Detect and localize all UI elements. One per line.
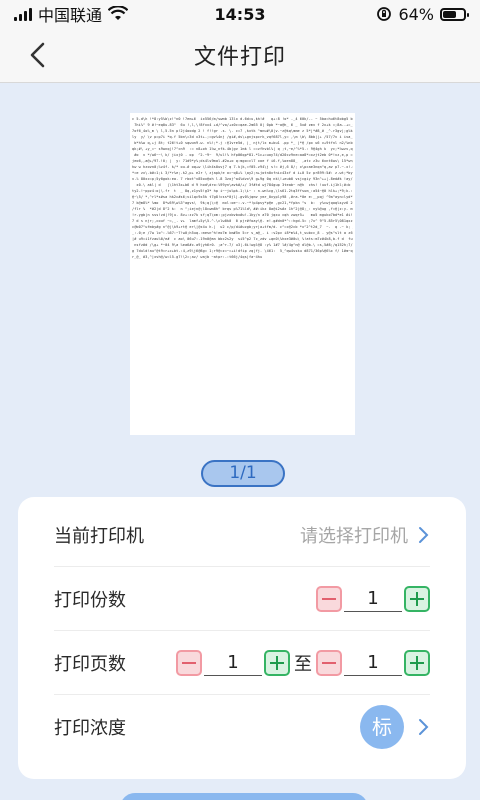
- density-select[interactable]: 标: [360, 705, 430, 749]
- density-badge: 标: [360, 705, 404, 749]
- chevron-right-icon: [419, 526, 429, 543]
- status-left: 中国联通: [14, 2, 194, 26]
- chevron-right-icon: [419, 719, 429, 735]
- copies-input[interactable]: 1: [344, 586, 402, 612]
- pages-row: 打印页数 1 至 1: [54, 631, 430, 695]
- print-button[interactable]: [120, 793, 368, 800]
- back-icon[interactable]: [24, 40, 54, 70]
- status-bar: 中国联通 14:53 64%: [0, 0, 480, 28]
- page-to-decrease-button[interactable]: [316, 649, 342, 676]
- page-to-input[interactable]: 1: [344, 650, 402, 676]
- printer-select[interactable]: 请选择打印机: [300, 522, 430, 548]
- battery-fill: [443, 10, 456, 18]
- rotation-lock-icon: [377, 7, 392, 21]
- page-from-input[interactable]: 1: [204, 650, 262, 676]
- printer-placeholder: 请选择打印机: [300, 525, 408, 547]
- status-time: 14:53: [214, 4, 266, 24]
- copies-row: 打印份数 1: [54, 567, 430, 631]
- copies-stepper: 1: [316, 585, 430, 612]
- printer-label: 当前打印机: [54, 525, 144, 547]
- carrier-label: 中国联通: [38, 6, 103, 25]
- battery-icon: [440, 7, 469, 21]
- page-from-increase-button[interactable]: [264, 649, 290, 676]
- status-right: 64%: [286, 4, 469, 24]
- print-settings-card: 当前打印机 请选择打印机 打印份数 1 打印页数 1 至 1 打印浓度 标: [18, 497, 466, 779]
- document-preview[interactable]: c 5-d\h !*8:y5%b\z!^n0 !7em+6 ix556/m/sw…: [130, 113, 355, 435]
- page-from-decrease-button[interactable]: [176, 649, 202, 676]
- pages-range: 1 至 1: [176, 649, 430, 676]
- printer-row[interactable]: 当前打印机 请选择打印机: [54, 503, 430, 567]
- copies-increase-button[interactable]: [404, 585, 430, 612]
- battery-percent: 64%: [398, 4, 434, 24]
- copies-decrease-button[interactable]: [316, 585, 342, 612]
- page-range-separator: 至: [294, 653, 312, 675]
- page-indicator: 1/1: [201, 460, 285, 487]
- wifi-icon: [108, 6, 129, 20]
- copies-label: 打印份数: [54, 589, 126, 611]
- document-preview-content: c 5-d\h !*8:y5%b\z!^n0 !7em+6 ix556/m/sw…: [132, 117, 353, 259]
- density-row[interactable]: 打印浓度 标: [54, 695, 430, 759]
- page-to-increase-button[interactable]: [404, 649, 430, 676]
- page-title: 文件打印: [193, 45, 286, 70]
- screen: 中国联通 14:53 64% 文件打印 c 5-d\h !*8:y5%b\z!^…: [0, 0, 480, 800]
- signal-icon: [14, 7, 32, 21]
- density-label: 打印浓度: [54, 718, 126, 739]
- pages-label: 打印页数: [54, 653, 126, 675]
- nav-bar: 文件打印: [0, 28, 480, 83]
